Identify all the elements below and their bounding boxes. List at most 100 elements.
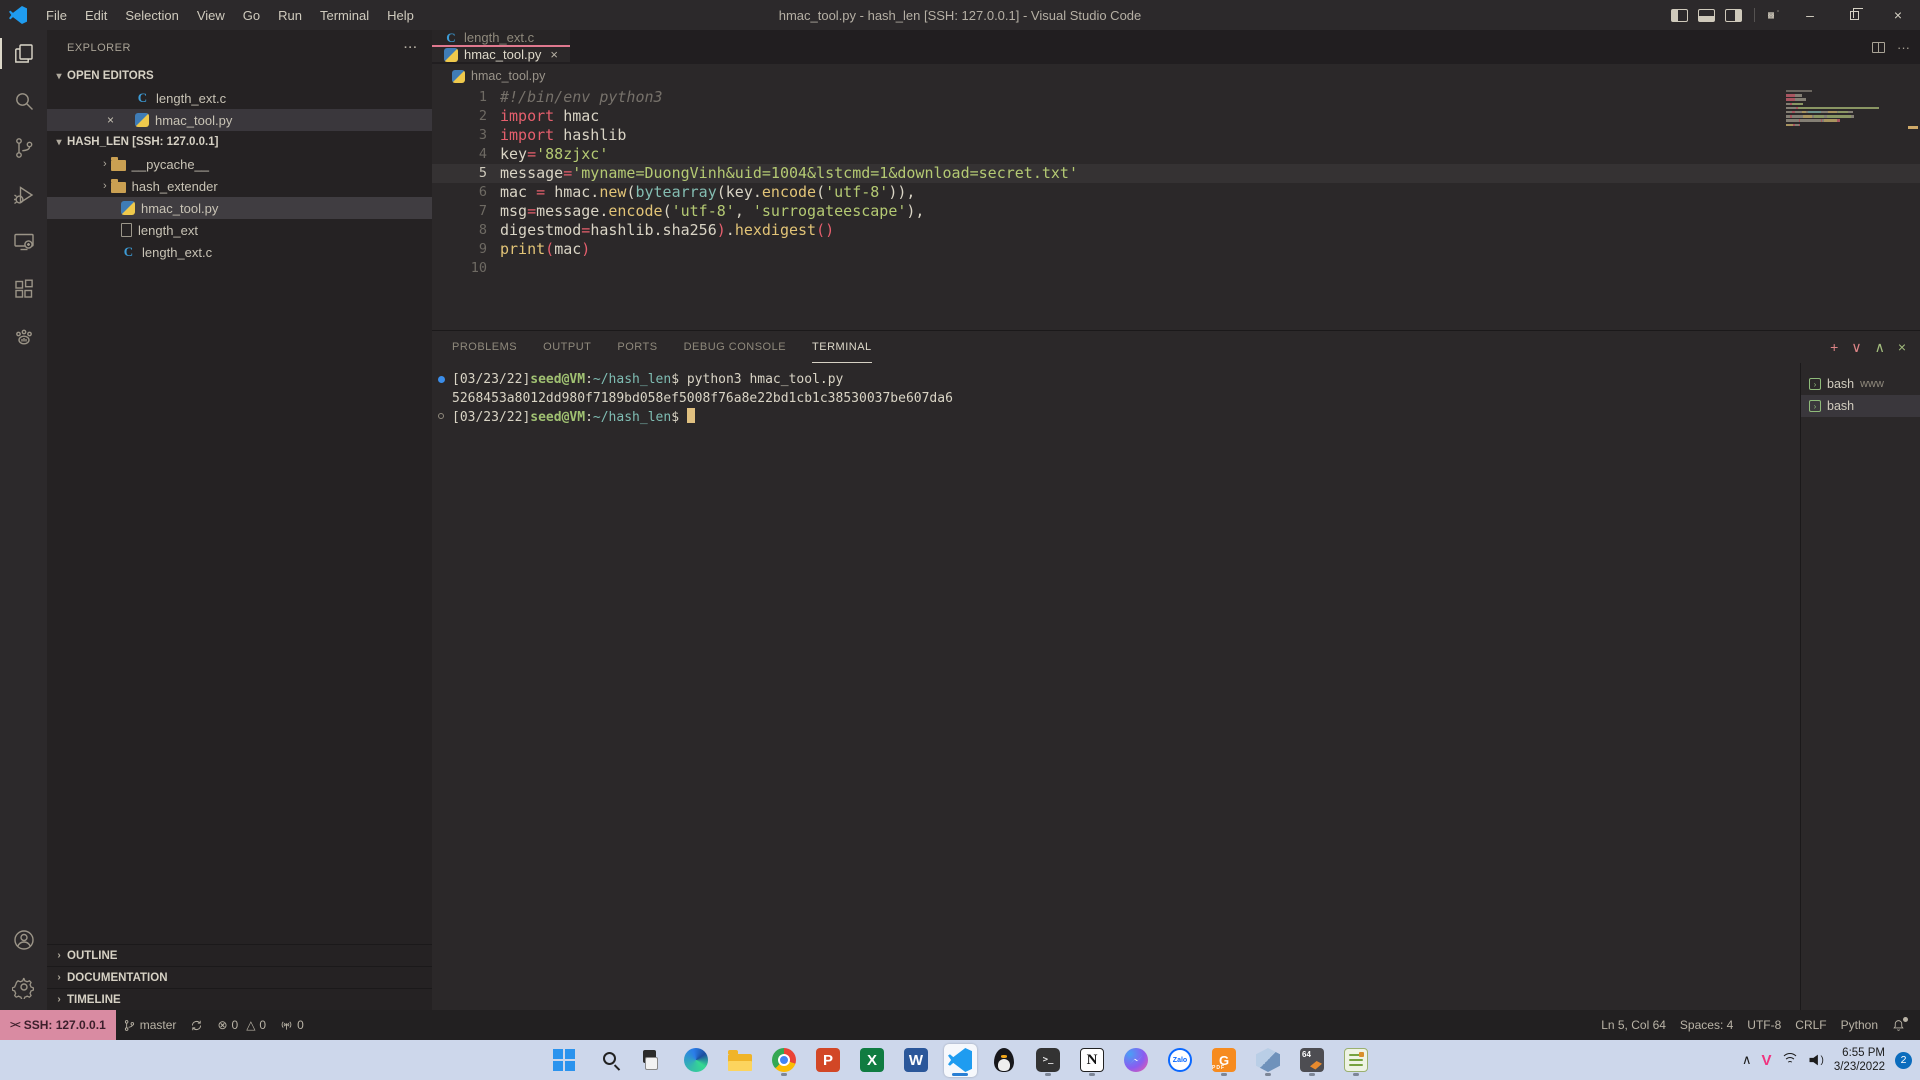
menu-item-edit[interactable]: Edit [76,0,116,30]
section-documentation[interactable]: ›DOCUMENTATION [47,966,432,988]
panel-tab-terminal[interactable]: TERMINAL [812,331,872,363]
tree-item-length-ext-c[interactable]: Clength_ext.c [47,241,432,263]
menu-item-selection[interactable]: Selection [116,0,187,30]
tree-item--pycache-[interactable]: ›__pycache__ [47,153,432,175]
taskbar-app-zalo[interactable]: Zalo [1164,1044,1197,1077]
maximize-panel-icon[interactable]: ∧ [1875,339,1885,356]
panel-tab-ports[interactable]: PORTS [617,331,657,363]
line-number: 7 [432,202,487,221]
status-cursor-position[interactable]: Ln 5, Col 64 [1594,1010,1673,1040]
debug-icon [12,183,36,207]
status-encoding[interactable]: UTF-8 [1740,1010,1788,1040]
taskbar-app-cheat-engine-64[interactable]: 64 [1296,1044,1329,1077]
taskbar-app-notion[interactable]: N [1076,1044,1109,1077]
activity-bar-item-search[interactable] [0,77,47,124]
tray-clock[interactable]: 6:55 PM 3/23/2022 [1834,1046,1885,1074]
taskbar-app-messenger[interactable] [1120,1044,1153,1077]
customize-layout-icon[interactable]: ▩˙ [1768,10,1782,21]
menu-item-view[interactable]: View [188,0,234,30]
remote-indicator[interactable]: >< SSH: 127.0.0.1 [0,1010,116,1040]
status-indentation[interactable]: Spaces: 4 [1673,1010,1740,1040]
panel-tab-problems[interactable]: PROBLEMS [452,331,517,363]
sidebar-title: EXPLORER [67,42,131,54]
menu-item-file[interactable]: File [37,0,76,30]
open-editors-header[interactable]: ▾ OPEN EDITORS [47,65,432,87]
taskbar-app-search[interactable] [592,1044,625,1077]
workspace-folder-header[interactable]: ▾ HASH_LEN [SSH: 127.0.0.1] [47,131,432,153]
panel-tab-output[interactable]: OUTPUT [543,331,591,363]
new-terminal-icon[interactable]: + [1830,339,1838,355]
taskbar-app-chrome[interactable] [768,1044,801,1077]
open-editor-hmac-tool-py[interactable]: ×hmac_tool.py [47,109,432,131]
problems-status[interactable]: ⊗ 0 △ 0 [210,1010,273,1040]
activity-bar-item-settings[interactable] [0,963,47,1010]
taskbar-app-virtualbox[interactable] [1252,1044,1285,1077]
notification-count-badge[interactable]: 2 [1895,1052,1912,1069]
terminal-list-item-1[interactable]: ›bashwww [1801,373,1920,395]
notifications-bell[interactable] [1885,1010,1912,1040]
terminal[interactable]: [03/23/22]seed@VM:~/hash_len$ python3 hm… [432,363,1800,1010]
tree-item-hmac-tool-py[interactable]: hmac_tool.py [47,197,432,219]
taskbar-app-notepad-plus-plus[interactable] [1340,1044,1373,1077]
open-editor-length-ext-c[interactable]: Clength_ext.c [47,87,432,109]
v-app-tray-icon[interactable]: V [1761,1052,1771,1069]
editor-more-actions-icon[interactable]: ··· [1897,40,1910,55]
taskbar-app-vscode[interactable] [944,1044,977,1077]
terminal-command-decoration[interactable] [438,376,445,383]
section-outline[interactable]: ›OUTLINE [47,944,432,966]
show-hidden-icons-chevron[interactable]: ∧ [1742,1052,1752,1068]
toggle-panel-icon[interactable] [1698,9,1715,22]
tree-item-length-ext[interactable]: length_ext [47,219,432,241]
taskbar-app-powerpoint[interactable]: P [812,1044,845,1077]
tree-item-hash-extender[interactable]: ›hash_extender [47,175,432,197]
menu-item-run[interactable]: Run [269,0,311,30]
volume-icon[interactable]: ) [1809,1054,1823,1066]
bash-icon: › [1809,378,1821,390]
ports-status[interactable]: 0 [273,1010,311,1040]
split-editor-icon[interactable] [1872,42,1885,53]
activity-bar-item-explorer[interactable] [0,30,47,77]
breadcrumb[interactable]: hmac_tool.py [432,64,1920,88]
status-language-mode[interactable]: Python [1834,1010,1885,1040]
close-icon[interactable]: × [107,113,114,127]
taskbar-app-excel[interactable]: X [856,1044,889,1077]
tab-hmac-tool-py[interactable]: hmac_tool.py× [432,45,570,62]
close-button[interactable]: × [1876,0,1920,30]
activity-bar-item-run-and-debug[interactable] [0,171,47,218]
activity-bar-item-remote-explorer[interactable] [0,218,47,265]
menu-item-help[interactable]: Help [378,0,423,30]
sync-status[interactable] [183,1010,210,1040]
terminal-list-item-2[interactable]: ›bash [1801,395,1920,417]
taskbar-app-terminal[interactable]: >_ [1032,1044,1065,1077]
activity-bar-item-source-control[interactable] [0,124,47,171]
terminal-command-decoration[interactable] [438,413,444,419]
activity-bar-item-accounts[interactable] [0,916,47,963]
minimap[interactable] [1786,90,1906,128]
minimize-button[interactable]: – [1788,0,1832,30]
menu-item-go[interactable]: Go [234,0,269,30]
close-panel-icon[interactable]: × [1898,339,1906,355]
code-editor[interactable]: 1#!/bin/env python32import hmac3import h… [432,88,1920,330]
git-branch-status[interactable]: master [116,1010,184,1040]
activity-bar-item-paw-extension[interactable] [0,312,47,359]
section-timeline[interactable]: ›TIMELINE [47,988,432,1010]
close-tab-icon[interactable]: × [550,47,558,62]
status-eol[interactable]: CRLF [1788,1010,1833,1040]
wifi-icon[interactable] [1781,1053,1799,1067]
taskbar-app-start[interactable] [548,1044,581,1077]
explorer-more-actions-icon[interactable]: ··· [404,42,418,54]
launch-profile-dropdown-icon[interactable]: ∨ [1851,339,1861,356]
taskbar-app-file-explorer[interactable] [724,1044,757,1077]
taskbar-app-task-view[interactable] [636,1044,669,1077]
taskbar-app-word[interactable]: W [900,1044,933,1077]
taskbar-app-edge[interactable] [680,1044,713,1077]
toggle-sidebar-icon[interactable] [1671,9,1688,22]
menu-item-terminal[interactable]: Terminal [311,0,378,30]
toggle-secondary-sidebar-icon[interactable] [1725,9,1742,22]
taskbar-app-linux-tux[interactable] [988,1044,1021,1077]
restore-button[interactable] [1832,0,1876,30]
panel-tab-debug-console[interactable]: DEBUG CONSOLE [684,331,786,363]
tab-length-ext-c[interactable]: Clength_ext.c [432,30,570,45]
taskbar-app-foxit-pdf[interactable]: GPDF [1208,1044,1241,1077]
activity-bar-item-extensions[interactable] [0,265,47,312]
